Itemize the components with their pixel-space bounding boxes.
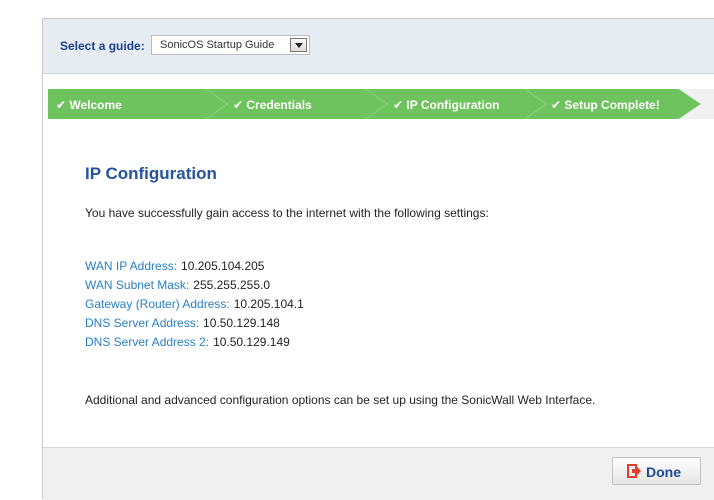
settings-list: WAN IP Address: 10.205.104.205 WAN Subnet… bbox=[85, 257, 304, 352]
exit-icon bbox=[627, 464, 641, 481]
setting-value: 10.205.104.205 bbox=[181, 259, 265, 273]
button-bar: Done bbox=[43, 447, 714, 500]
setting-row-dns-1: DNS Server Address: 10.50.129.148 bbox=[85, 314, 304, 333]
step-credentials: ✔ Credentials bbox=[233, 98, 312, 112]
setting-label: WAN IP Address: bbox=[85, 259, 178, 273]
page-title: IP Configuration bbox=[85, 164, 217, 183]
setting-row-gateway: Gateway (Router) Address: 10.205.104.1 bbox=[85, 295, 304, 314]
done-label: Done bbox=[646, 464, 681, 480]
setting-value: 10.205.104.1 bbox=[233, 297, 304, 311]
wizard-steps: ✔ Welcome ✔ Credentials ✔ IP Configurati… bbox=[48, 89, 714, 119]
setting-value: 10.50.129.149 bbox=[213, 335, 290, 349]
wizard-window: Select a guide: SonicOS Startup Guide ✔ … bbox=[42, 18, 714, 500]
chevron-down-icon[interactable] bbox=[290, 38, 307, 52]
setting-row-wan-subnet: WAN Subnet Mask: 255.255.255.0 bbox=[85, 276, 304, 295]
setting-label: Gateway (Router) Address: bbox=[85, 297, 230, 311]
intro-text: You have successfully gain access to the… bbox=[85, 206, 489, 220]
setting-label: WAN Subnet Mask: bbox=[85, 278, 190, 292]
setting-value: 10.50.129.148 bbox=[203, 316, 280, 330]
content-panel: IP Configuration You have successfully g… bbox=[43, 127, 714, 448]
guide-select-label: Select a guide: bbox=[60, 39, 145, 53]
additional-config-note: Additional and advanced configuration op… bbox=[85, 393, 596, 407]
setting-label: DNS Server Address: bbox=[85, 316, 200, 330]
step-setup-complete: ✔ Setup Complete! bbox=[551, 98, 660, 112]
step-welcome: ✔ Welcome bbox=[56, 98, 122, 112]
step-ip-configuration: ✔ IP Configuration bbox=[393, 98, 500, 112]
setting-value: 255.255.255.0 bbox=[193, 278, 271, 292]
done-button[interactable]: Done bbox=[612, 457, 701, 485]
guide-selector-bar: Select a guide: SonicOS Startup Guide bbox=[43, 19, 714, 74]
guide-select-dropdown[interactable]: SonicOS Startup Guide bbox=[151, 35, 310, 55]
setting-label: DNS Server Address 2: bbox=[85, 335, 210, 349]
setting-row-dns-2: DNS Server Address 2: 10.50.129.149 bbox=[85, 333, 304, 352]
setting-row-wan-ip: WAN IP Address: 10.205.104.205 bbox=[85, 257, 304, 276]
guide-select-value: SonicOS Startup Guide bbox=[160, 39, 275, 51]
